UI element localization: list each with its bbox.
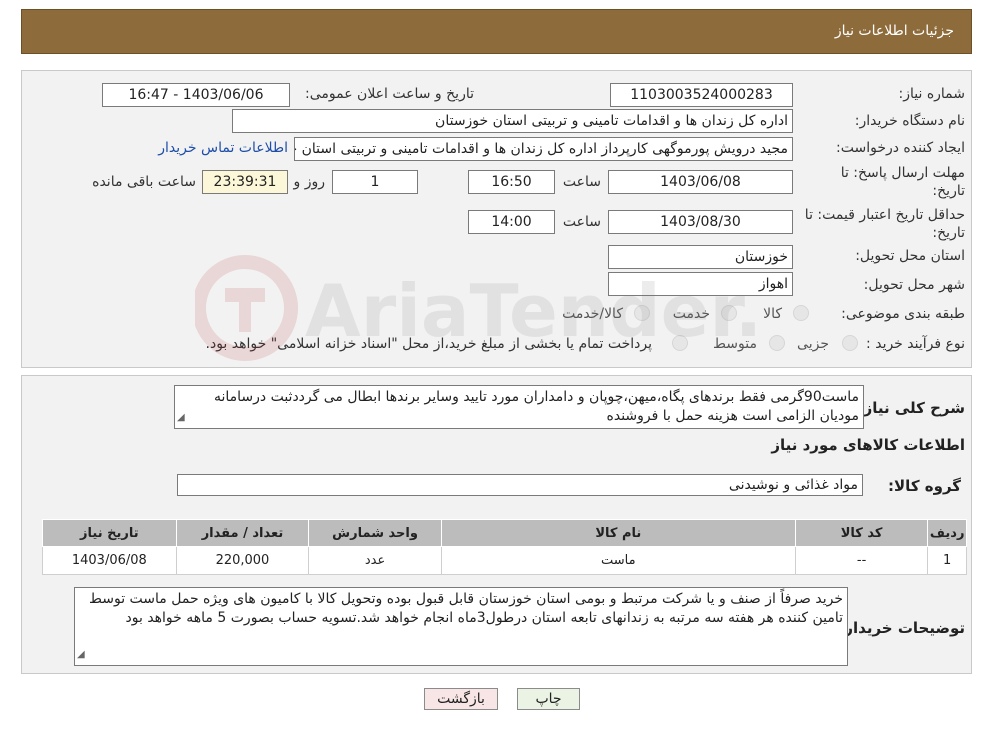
radio-medium[interactable] <box>769 335 785 351</box>
price-time-label: ساعت <box>562 214 601 230</box>
resize-grip-icon: ◢ <box>77 649 85 660</box>
table-row: 1 -- ماست عدد 220,000 1403/06/08 <box>42 546 967 575</box>
buyer-org-field: اداره کل زندان ها و اقدامات تامینی و ترب… <box>232 109 793 133</box>
radio-minor-label: جزیی <box>797 336 829 352</box>
announce-label: تاریخ و ساعت اعلان عمومی: <box>305 86 474 102</box>
cell-need-date: 1403/06/08 <box>42 546 177 575</box>
announce-field: 1403/06/06 - 16:47 <box>102 83 290 107</box>
cell-row: 1 <box>927 546 967 575</box>
buyer-notes-text: خرید صرفاً از صنف و یا شرکت مرتبط و بومی… <box>88 591 843 626</box>
col-name: نام کالا <box>440 519 796 547</box>
radio-goods[interactable] <box>793 305 809 321</box>
goods-panel: شرح کلی نیاز: ماست90گرمی فقط برندهای پگا… <box>21 375 972 674</box>
need-number-field: 1103003524000283 <box>610 83 793 107</box>
reply-time-label: ساعت <box>562 174 601 190</box>
reply-deadline-label-2: تاریخ: <box>932 183 965 199</box>
print-button[interactable]: چاپ <box>517 688 580 710</box>
goods-info-title: اطلاعات کالاهای مورد نیاز <box>771 436 965 454</box>
need-number-label: شماره نیاز: <box>898 86 966 102</box>
radio-service[interactable] <box>721 305 737 321</box>
goods-group-field: مواد غذائی و نوشیدنی <box>177 474 863 496</box>
goods-table: ردیف کد کالا نام کالا واحد شمارش تعداد /… <box>42 519 967 575</box>
buyer-notes-label: توضیحات خریدار: <box>838 619 965 637</box>
requester-field: مجید درویش پورموگهی کارپرداز اداره کل زن… <box>294 137 793 161</box>
price-validity-label: حداقل تاریخ اعتبار قیمت: تا <box>804 207 965 223</box>
page-header: جزئیات اطلاعات نیاز <box>21 9 972 54</box>
radio-minor[interactable] <box>842 335 858 351</box>
radio-medium-label: متوسط <box>713 336 757 352</box>
radio-treasury[interactable] <box>672 335 688 351</box>
goods-table-header: ردیف کد کالا نام کالا واحد شمارش تعداد /… <box>42 519 967 547</box>
col-row: ردیف <box>927 519 967 547</box>
col-need-date: تاریخ نیاز <box>42 519 177 547</box>
price-validity-label-2: تاریخ: <box>932 225 965 241</box>
requester-label: ایجاد کننده درخواست: <box>836 140 965 156</box>
radio-goods-label: کالا <box>763 306 782 322</box>
cell-unit: عدد <box>308 546 442 575</box>
reply-date-field: 1403/06/08 <box>608 170 793 194</box>
col-code: کد کالا <box>794 519 929 547</box>
cell-quantity: 220,000 <box>175 546 310 575</box>
buyer-org-label: نام دستگاه خریدار: <box>854 113 965 129</box>
days-field: 1 <box>332 170 418 194</box>
reply-time-field: 16:50 <box>468 170 555 194</box>
page-title: جزئیات اطلاعات نیاز <box>834 23 954 39</box>
category-label: طبقه بندی موضوعی: <box>841 306 965 322</box>
buyer-contact-link[interactable]: اطلاعات تماس خریدار <box>158 140 288 156</box>
radio-goods-service-label: کالا/خدمت <box>562 306 623 322</box>
description-text: ماست90گرمی فقط برندهای پگاه،میهن،چوپان و… <box>213 389 859 424</box>
radio-service-label: خدمت <box>672 306 710 322</box>
price-time-field: 14:00 <box>468 210 555 234</box>
reply-deadline-label: مهلت ارسال پاسخ: تا <box>840 165 965 181</box>
description-label: شرح کلی نیاز: <box>857 399 965 417</box>
city-field: اهواز <box>608 272 793 296</box>
process-label: نوع فرآیند خرید : <box>866 336 965 352</box>
need-info-panel: شماره نیاز: 1103003524000283 تاریخ و ساع… <box>21 70 972 368</box>
price-date-field: 1403/08/30 <box>608 210 793 234</box>
remaining-time-field: 23:39:31 <box>202 170 288 194</box>
resize-grip-icon: ◢ <box>177 412 185 423</box>
days-label: روز و <box>293 174 326 190</box>
cell-code: -- <box>794 546 929 575</box>
city-label: شهر محل تحویل: <box>863 277 965 293</box>
description-textarea[interactable]: ماست90گرمی فقط برندهای پگاه،میهن،چوپان و… <box>174 385 864 429</box>
back-button[interactable]: بازگشت <box>424 688 498 710</box>
col-quantity: تعداد / مقدار <box>175 519 310 547</box>
buyer-notes-textarea[interactable]: خرید صرفاً از صنف و یا شرکت مرتبط و بومی… <box>74 587 848 666</box>
province-label: استان محل تحویل: <box>855 248 965 264</box>
province-field: خوزستان <box>608 245 793 269</box>
radio-goods-service[interactable] <box>634 305 650 321</box>
remaining-label: ساعت باقی مانده <box>92 174 196 190</box>
col-unit: واحد شمارش <box>308 519 442 547</box>
process-note: پرداخت تمام یا بخشی از مبلغ خرید،از محل … <box>205 336 652 352</box>
cell-name: ماست <box>440 546 796 575</box>
goods-group-label: گروه کالا: <box>888 477 961 495</box>
